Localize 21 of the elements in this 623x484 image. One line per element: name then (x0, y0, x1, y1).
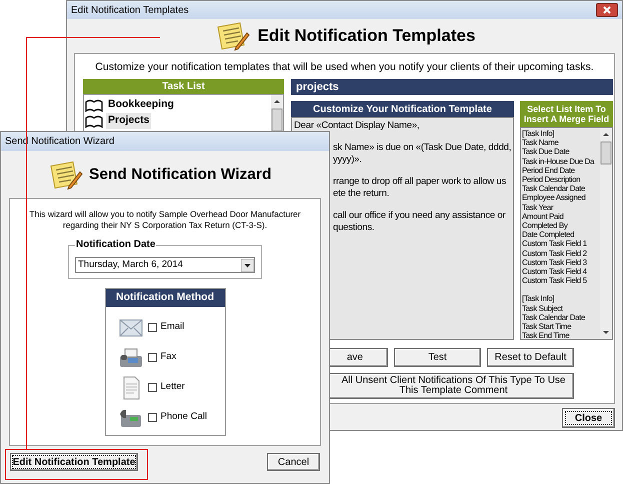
template-text-line: ete the return. (333, 188, 390, 200)
template-text-line: call our office if you need any assistance or (333, 210, 506, 222)
window-title: Edit Notification Templates (71, 4, 189, 18)
template-text-line: rrange to drop off all paper work to allow us (333, 176, 506, 188)
template-header: Customize Your Notification Template (291, 101, 514, 117)
date-value: Thursday, March 6, 2014 (78, 258, 183, 272)
checkbox-label: Phone Call (160, 410, 207, 424)
template-text-line: sk Name» is due on «(Task Due Date, dddd, (333, 142, 512, 154)
merge-field-header: Select List Item To Insert A Merge Field (520, 101, 613, 127)
template-text-line: questions. (333, 222, 374, 234)
dialog-heading: Edit Notification Templates (258, 25, 476, 48)
checkbox-label: Letter (160, 380, 185, 394)
checkbox-label: Fax (160, 350, 176, 364)
template-text-line: Dear «Contact Display Name», (294, 120, 420, 132)
task-list-header: Task List (83, 79, 284, 94)
method-header: Notification Method (106, 289, 224, 307)
dialog-heading: Send Notification Wizard (89, 164, 272, 185)
category-bar: projects (291, 79, 613, 95)
checkbox-label: Email (160, 320, 184, 334)
description-text: Customize your notification templates that will be used when you notify your clients of their upcoming tasks. (94, 60, 595, 75)
template-text-line: yyyy)». (333, 154, 362, 166)
